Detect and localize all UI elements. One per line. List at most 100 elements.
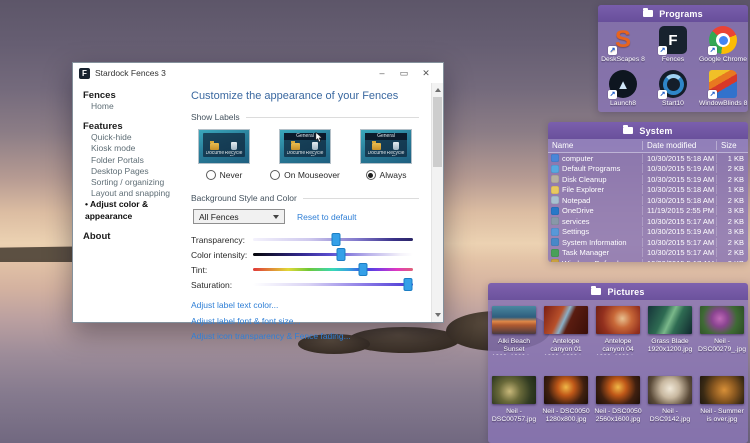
- sidebar-header-fences[interactable]: Fences: [83, 90, 183, 101]
- mini-icon: Documents: [206, 141, 224, 156]
- minimize-button[interactable]: –: [371, 63, 393, 83]
- sidebar-item-kiosk-mode[interactable]: Kiosk mode: [83, 143, 183, 154]
- slider-row-tint: Tint:: [191, 262, 419, 277]
- radio-label: Never: [219, 170, 243, 180]
- program-item-windowblinds-8[interactable]: ↗ WindowBlinds 8: [698, 68, 748, 112]
- maximize-button[interactable]: ▭: [393, 63, 415, 83]
- mini-fence-title: General: [365, 133, 407, 140]
- fence-programs-titlebar[interactable]: Programs: [598, 5, 748, 22]
- fence-pictures-titlebar[interactable]: Pictures: [488, 283, 748, 300]
- scroll-down-icon[interactable]: [435, 313, 441, 317]
- slider-intensity: [253, 247, 413, 262]
- system-item-name: computer: [548, 154, 642, 163]
- picture-item-grass-blade-1920x1200-jpg[interactable]: Grass Blade 1920x1200.jpg: [644, 300, 696, 370]
- radio-never[interactable]: [205, 170, 216, 180]
- picture-item-neil-summer-is-over-jpg[interactable]: Neil - Summer is over.jpg: [696, 370, 748, 440]
- system-item-label: Windows Defender: [562, 259, 625, 262]
- slider-label: Transparency:: [191, 234, 246, 245]
- program-item-fences[interactable]: F ↗ Fences: [648, 24, 698, 68]
- slider-track[interactable]: [253, 283, 413, 286]
- fence-pictures: Pictures Alki Beach Sunset 1920x1080.jpg…: [488, 283, 748, 443]
- slider-track[interactable]: [253, 253, 413, 256]
- radio-option-never[interactable]: Never: [205, 170, 243, 180]
- scrollbar-thumb[interactable]: [433, 97, 442, 167]
- show-label-option-on-mouseover: GeneralDocumentsRecycle Bin On Mouseover: [270, 129, 340, 180]
- system-item-default-programs[interactable]: Default Programs 10/30/2015 5:19 AM 2 KB: [548, 164, 748, 175]
- system-item-date: 10/30/2015 5:18 AM: [642, 195, 716, 205]
- program-label: Fences: [661, 56, 685, 63]
- system-item-onedrive[interactable]: OneDrive 11/19/2015 2:55 PM 3 KB: [548, 206, 748, 217]
- slider-track[interactable]: [253, 268, 413, 271]
- program-item-start10[interactable]: ↗ Start10: [648, 68, 698, 112]
- sidebar-item-layout-and-snapping[interactable]: Layout and snapping: [83, 188, 183, 199]
- slider-thumb[interactable]: [403, 278, 413, 291]
- recycle-bin-icon: [392, 142, 399, 150]
- picture-item-antelope-canyon-04-1920x1080-jpg[interactable]: Antelope canyon 04 1920x1080.jpg: [592, 300, 644, 370]
- link-adjust-label-text-color[interactable]: Adjust label text color...: [191, 300, 419, 310]
- close-button[interactable]: ✕: [415, 63, 437, 83]
- fence-preview-on-mouseover: GeneralDocumentsRecycle Bin: [279, 129, 331, 164]
- picture-item-neil-dsc00279-jpg[interactable]: Neil - DSC00279_.jpg: [696, 300, 748, 370]
- system-item-notepad[interactable]: Notepad 10/30/2015 5:18 AM 2 KB: [548, 195, 748, 206]
- fence-system-titlebar[interactable]: System: [548, 122, 748, 139]
- file-icon: [551, 248, 559, 257]
- documents-folder-icon: [372, 141, 381, 150]
- file-icon: [551, 227, 559, 236]
- window-titlebar[interactable]: F Stardock Fences 3 – ▭ ✕: [73, 63, 443, 83]
- column-header-date-modified[interactable]: Date modified: [642, 141, 716, 150]
- link-adjust-icon-transparency-fence-fading[interactable]: Adjust icon transparency & Fence fading.…: [191, 331, 419, 341]
- system-item-size: 3 KB: [716, 227, 748, 237]
- sidebar-item-desktop-pages[interactable]: Desktop Pages: [83, 166, 183, 177]
- reset-to-default-link[interactable]: Reset to default: [297, 212, 357, 222]
- slider-thumb[interactable]: [358, 263, 368, 276]
- sidebar-header-features[interactable]: Features: [83, 121, 183, 132]
- system-item-settings[interactable]: Settings 10/30/2015 5:19 AM 3 KB: [548, 227, 748, 238]
- picture-item-alki-beach-sunset-1920x1080-jpg[interactable]: Alki Beach Sunset 1920x1080.jpg: [488, 300, 540, 370]
- scroll-up-icon[interactable]: [435, 88, 441, 92]
- sidebar-item-adjust-color-appearance[interactable]: • Adjust color & appearance: [83, 199, 183, 221]
- radio-always[interactable]: [365, 170, 376, 180]
- radio-on-mouseover[interactable]: [270, 170, 281, 180]
- sliders: Transparency: Color intensity: Tint: Satura…: [191, 232, 419, 292]
- system-item-name: Settings: [548, 227, 642, 236]
- system-item-date: 10/30/2015 5:19 AM: [642, 174, 716, 184]
- sidebar-item-sorting-organizing[interactable]: Sorting / organizing: [83, 177, 183, 188]
- system-item-system-information[interactable]: System Information 10/30/2015 5:17 AM 2 KB: [548, 237, 748, 248]
- program-item-launch8[interactable]: ▲ ↗ Launch8: [598, 68, 648, 112]
- system-item-computer[interactable]: computer 10/30/2015 5:18 AM 1 KB: [548, 153, 748, 164]
- system-item-disk-cleanup[interactable]: Disk Cleanup 10/30/2015 5:19 AM 2 KB: [548, 174, 748, 185]
- program-item-google-chrome[interactable]: ↗ Google Chrome: [698, 24, 748, 68]
- sidebar-item-home[interactable]: Home: [83, 101, 183, 112]
- chrome-icon: ↗: [708, 26, 737, 55]
- picture-item-antelope-canyon-01-1920x1280-jpg[interactable]: Antelope canyon 01 1920x1280.jpg: [540, 300, 592, 370]
- slider-thumb[interactable]: [336, 248, 346, 261]
- radio-option-on-mouseover[interactable]: On Mouseover: [270, 170, 340, 180]
- system-item-file-explorer[interactable]: File Explorer 10/30/2015 5:18 AM 1 KB: [548, 185, 748, 196]
- programs-grid: S ↗ DeskScapes 8 F ↗ Fences ↗ Google Chrome ▲ ↗ La…: [598, 22, 748, 112]
- picture-item-neil-dsc00757-jpg[interactable]: Neil - DSC00757.jpg: [488, 370, 540, 440]
- window-scrollbar[interactable]: [431, 83, 443, 322]
- fence-select-dropdown[interactable]: All Fences: [193, 209, 285, 224]
- radio-label: On Mouseover: [284, 170, 340, 180]
- slider-thumb[interactable]: [331, 233, 341, 246]
- picture-item-neil-dsc9142-jpg[interactable]: Neil - DSC9142.jpg: [644, 370, 696, 440]
- sidebar-item-folder-portals[interactable]: Folder Portals: [83, 155, 183, 166]
- picture-item-neil-dsc0050-2560x1600-jpg[interactable]: Neil - DSC0050 2560x1600.jpg: [592, 370, 644, 440]
- system-item-services[interactable]: services 10/30/2015 5:17 AM 2 KB: [548, 216, 748, 227]
- system-item-date: 11/19/2015 2:55 PM: [642, 206, 716, 216]
- program-item-deskscapes-8[interactable]: S ↗ DeskScapes 8: [598, 24, 648, 68]
- system-item-windows-defender[interactable]: Windows Defender 10/30/2015 5:17 AM2 KB: [548, 258, 748, 262]
- slider-tint: [253, 262, 413, 277]
- radio-option-always[interactable]: Always: [365, 170, 406, 180]
- system-item-name: Windows Defender: [548, 259, 642, 262]
- sidebar-item-quick-hide[interactable]: Quick-hide: [83, 132, 183, 143]
- column-header-size[interactable]: Size: [716, 141, 748, 150]
- picture-label: Neil - DSC9142.jpg: [649, 408, 691, 423]
- picture-item-neil-dsc0050-1280x800-jpg[interactable]: Neil - DSC0050 1280x800.jpg: [540, 370, 592, 440]
- recycle-bin-icon: [311, 142, 318, 150]
- system-item-task-manager[interactable]: Task Manager 10/30/2015 5:17 AM 2 KB: [548, 248, 748, 259]
- link-adjust-label-font-font-size[interactable]: Adjust label font & font size...: [191, 316, 419, 326]
- column-header-name[interactable]: Name: [548, 141, 642, 150]
- sidebar-header-about[interactable]: About: [83, 231, 183, 242]
- shortcut-arrow-icon: ↗: [658, 46, 667, 55]
